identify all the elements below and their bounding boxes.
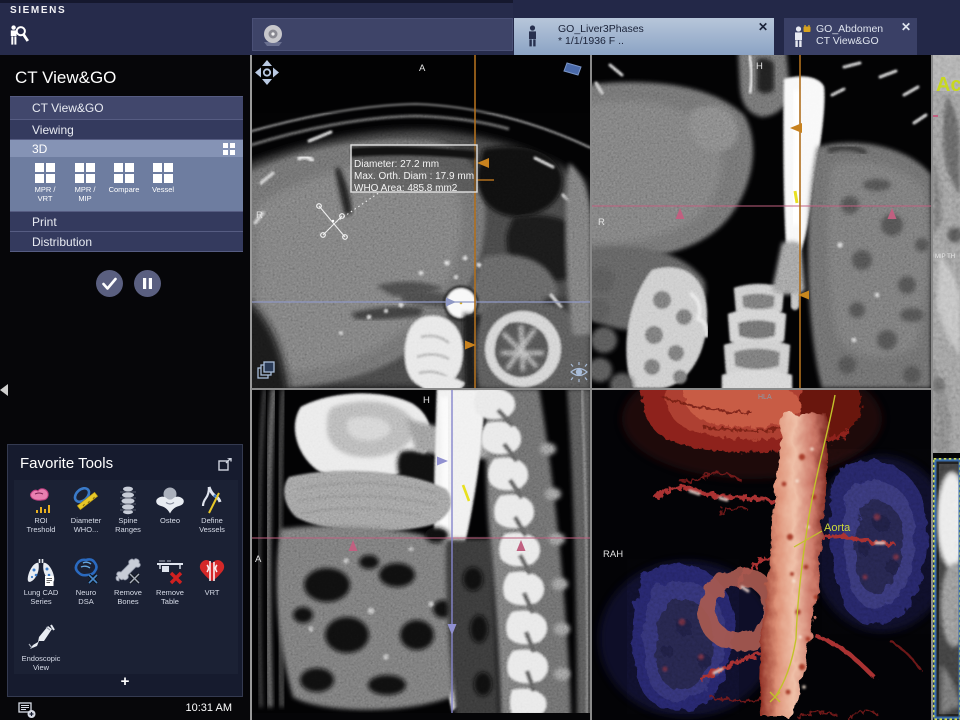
svg-text:WHO Area: 485.8 mm2: WHO Area: 485.8 mm2 [354, 183, 458, 194]
svg-text:H: H [423, 395, 430, 406]
svg-text:Aorta: Aorta [824, 522, 851, 534]
svg-text:A: A [255, 554, 262, 565]
svg-text:Ac: Ac [936, 74, 960, 96]
svg-text:H: H [756, 61, 763, 72]
svg-text:A: A [419, 63, 426, 74]
svg-text:R: R [256, 210, 263, 221]
svg-text:R: R [598, 217, 605, 228]
svg-text:Diameter: 27.2 mm: Diameter: 27.2 mm [354, 159, 439, 170]
svg-text:MIP TH: MIP TH [935, 254, 955, 260]
svg-text:HLA: HLA [758, 394, 772, 401]
svg-text:RAH: RAH [603, 549, 623, 560]
svg-text:Max. Orth. Diam : 17.9 mm: Max. Orth. Diam : 17.9 mm [354, 171, 474, 182]
